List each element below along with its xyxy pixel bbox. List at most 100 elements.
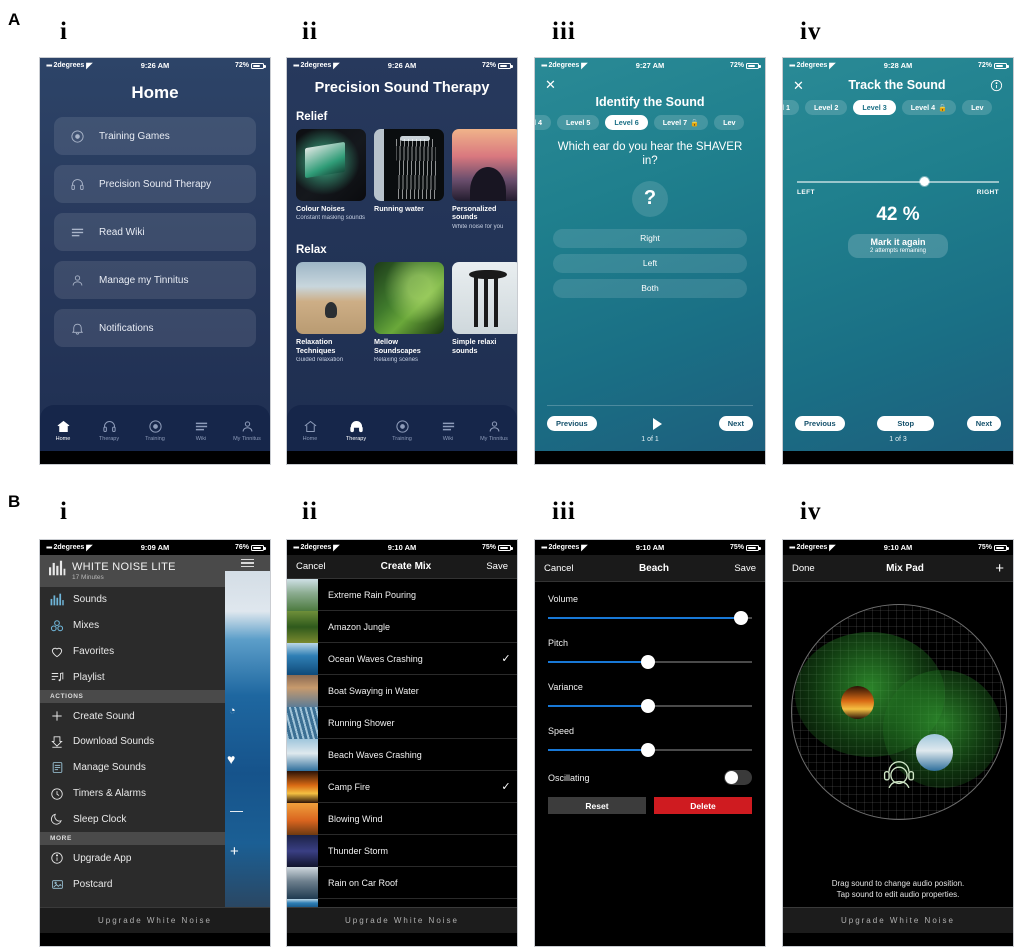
plus-icon[interactable]: + — [230, 843, 239, 860]
sound-row[interactable]: Camp Fire ✓ — [287, 770, 517, 803]
level-chip[interactable]: Lev — [714, 115, 745, 130]
done-button[interactable]: Done — [792, 563, 815, 574]
drawer-item-timers-and-alarms[interactable]: Timers & Alarms — [40, 781, 225, 807]
pad-sound-beach-waves[interactable] — [916, 734, 953, 771]
mix-pad-canvas[interactable] — [783, 582, 1013, 874]
slider-knob[interactable] — [640, 655, 655, 669]
drawer-item-sleep-clock[interactable]: Sleep Clock — [40, 807, 225, 833]
tab-wiki[interactable]: Wiki — [427, 418, 469, 442]
variance-slider[interactable] — [548, 699, 752, 713]
upgrade-banner[interactable]: Upgrade White Noise — [783, 907, 1013, 933]
menu-item-manage-my-tinnitus[interactable]: Manage my Tinnitus — [54, 261, 256, 299]
answer-option-both[interactable]: Both — [553, 278, 747, 298]
delete-button[interactable]: Delete — [654, 797, 752, 814]
menu-item-training-games[interactable]: Training Games — [54, 117, 256, 155]
level-selector[interactable]: l 4 Level 5 Level 6 Level 7 🔒 Lev — [535, 109, 765, 134]
sound-row[interactable]: Thunder Storm — [287, 834, 517, 867]
cancel-button[interactable]: Cancel — [544, 563, 574, 574]
tab-wiki[interactable]: Wiki — [180, 418, 222, 442]
previous-button[interactable]: Previous — [795, 416, 845, 431]
sound-row-partial[interactable] — [287, 898, 517, 907]
next-button[interactable]: Next — [966, 416, 1001, 431]
drawer-item-partial[interactable] — [40, 897, 225, 907]
tab-my-tinnitus[interactable]: My Tinnitus — [473, 418, 515, 442]
reset-button[interactable]: Reset — [548, 797, 646, 814]
sound-row[interactable]: Extreme Rain Pouring — [287, 579, 517, 611]
pan-slider-knob[interactable] — [920, 177, 930, 186]
pitch-slider[interactable] — [548, 655, 752, 669]
drawer-item-playlist[interactable]: Playlist — [40, 664, 225, 690]
mark-it-again-button[interactable]: Mark it again 2 attempts remaining — [848, 233, 948, 258]
sound-row[interactable]: Ocean Waves Crashing ✓ — [287, 642, 517, 675]
level-chip-selected[interactable]: Level 3 — [853, 100, 896, 115]
card-personalized-sounds[interactable]: Personalized sounds White noise for you — [452, 129, 517, 230]
background-sound-wallpaper[interactable]: ◔ ♥ — + — [225, 555, 270, 907]
info-icon[interactable] — [990, 79, 1003, 92]
level-chip-selected[interactable]: Level 6 — [605, 115, 648, 130]
card-simple-relaxing-sounds[interactable]: Simple relaxi sounds — [452, 262, 517, 363]
answer-option-right[interactable]: Right — [553, 228, 747, 248]
sound-row[interactable]: Blowing Wind — [287, 802, 517, 835]
upgrade-banner[interactable]: Upgrade White Noise — [40, 907, 270, 933]
card-running-water[interactable]: Running water — [374, 129, 444, 230]
save-button[interactable]: Save — [486, 561, 508, 572]
sound-row[interactable]: Amazon Jungle — [287, 610, 517, 643]
hamburger-icon[interactable] — [225, 555, 270, 571]
close-icon[interactable]: ✕ — [545, 78, 556, 91]
card-mellow-soundscapes[interactable]: Mellow Soundscapes Relaxing scenes — [374, 262, 444, 363]
tab-training[interactable]: Training — [134, 418, 176, 442]
next-button[interactable]: Next — [718, 416, 753, 431]
drawer-item-manage-sounds[interactable]: Manage Sounds — [40, 755, 225, 781]
oscillating-toggle[interactable] — [724, 770, 752, 785]
level-chip[interactable]: Level 5 — [557, 115, 600, 130]
sound-row[interactable]: Rain on Car Roof — [287, 866, 517, 899]
tab-home[interactable]: Home — [289, 418, 331, 442]
heart-icon[interactable]: ♥ — [227, 751, 235, 767]
minus-icon[interactable]: — — [230, 803, 243, 818]
tab-therapy[interactable]: Therapy — [335, 418, 377, 442]
level-chip-locked[interactable]: Level 4 🔒 — [901, 100, 957, 115]
volume-slider[interactable] — [548, 611, 752, 625]
drawer-item-create-sound[interactable]: Create Sound — [40, 703, 225, 729]
pan-slider[interactable] — [797, 177, 999, 186]
card-relaxation-techniques[interactable]: Relaxation Techniques Guided relaxation — [296, 262, 366, 363]
level-chip[interactable]: Level 2 — [805, 100, 848, 115]
tab-training[interactable]: Training — [381, 418, 423, 442]
menu-item-read-wiki[interactable]: Read Wiki — [54, 213, 256, 251]
drawer-item-favorites[interactable]: Favorites — [40, 639, 225, 665]
upgrade-banner[interactable]: Upgrade White Noise — [287, 907, 517, 933]
drawer-item-download-sounds[interactable]: Download Sounds — [40, 729, 225, 755]
drawer-item-postcard[interactable]: Postcard — [40, 871, 225, 897]
slider-knob[interactable] — [640, 743, 655, 757]
timer-icon[interactable]: ◔ — [229, 705, 236, 717]
slider-knob[interactable] — [640, 699, 655, 713]
drawer-item-sounds[interactable]: Sounds — [40, 587, 225, 613]
menu-item-precision-sound-therapy[interactable]: Precision Sound Therapy — [54, 165, 256, 203]
speed-slider[interactable] — [548, 743, 752, 757]
level-chip[interactable]: Lev — [962, 100, 993, 115]
level-selector[interactable]: l 1 Level 2 Level 3 Level 4 🔒 Lev — [783, 94, 1013, 119]
level-chip[interactable]: l 1 — [783, 100, 799, 115]
sound-row[interactable]: Boat Swaying in Water — [287, 674, 517, 707]
menu-item-notifications[interactable]: Notifications — [54, 309, 256, 347]
level-chip[interactable]: l 4 — [535, 115, 551, 130]
sound-row[interactable]: Beach Waves Crashing — [287, 738, 517, 771]
previous-button[interactable]: Previous — [547, 416, 597, 431]
slider-knob[interactable] — [733, 611, 748, 625]
play-icon[interactable] — [653, 417, 663, 430]
sound-row[interactable]: Running Shower — [287, 706, 517, 739]
answer-option-left[interactable]: Left — [553, 253, 747, 273]
cancel-button[interactable]: Cancel — [296, 561, 326, 572]
pad-sound-camp-fire[interactable] — [841, 686, 874, 719]
tab-home[interactable]: Home — [42, 418, 84, 442]
tab-therapy[interactable]: Therapy — [88, 418, 130, 442]
drawer-item-upgrade-app[interactable]: Upgrade App — [40, 845, 225, 871]
card-colour-noises[interactable]: Colour Noises Constant masking sounds — [296, 129, 366, 230]
save-button[interactable]: Save — [734, 563, 756, 574]
drawer-item-mixes[interactable]: Mixes — [40, 613, 225, 639]
add-sound-button[interactable]: + — [995, 560, 1004, 577]
stop-button[interactable]: Stop — [877, 416, 935, 431]
level-chip-locked[interactable]: Level 7 🔒 — [653, 115, 709, 130]
close-icon[interactable]: ✕ — [793, 79, 804, 92]
tab-my-tinnitus[interactable]: My Tinnitus — [226, 418, 268, 442]
